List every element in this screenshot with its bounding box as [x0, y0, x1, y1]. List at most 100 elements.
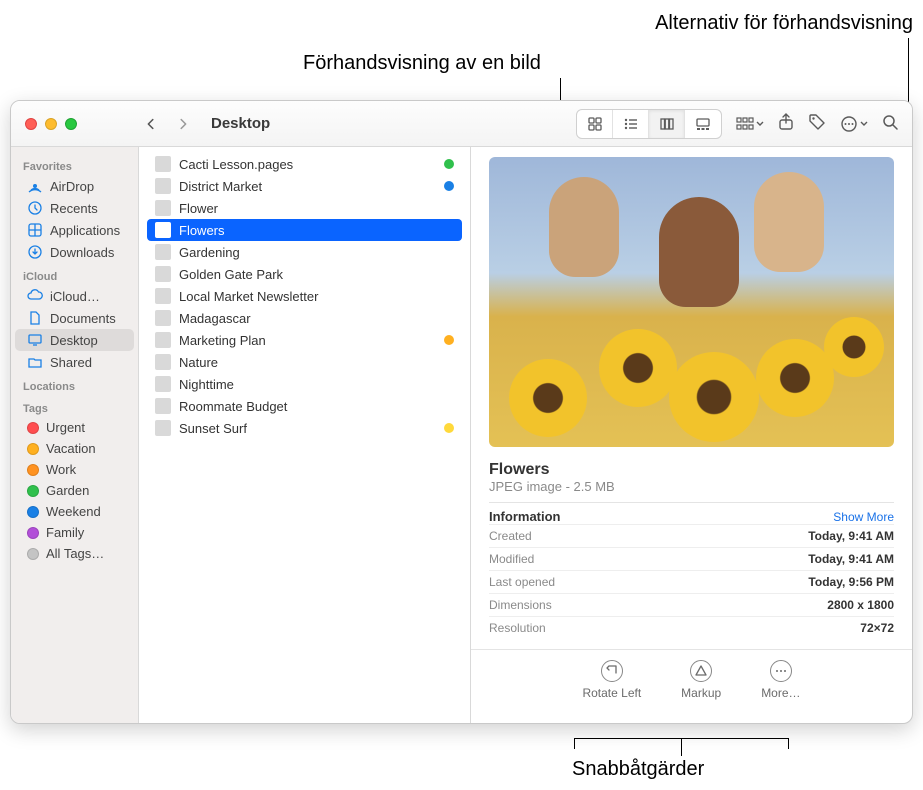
file-row[interactable]: District Market: [147, 175, 462, 197]
info-row: ModifiedToday, 9:41 AM: [489, 547, 894, 570]
quick-actions: Rotate Left Markup More…: [471, 649, 912, 710]
file-row[interactable]: Flowers: [147, 219, 462, 241]
file-icon: [155, 420, 171, 436]
preview-pane: Flowers JPEG image - 2.5 MB Information …: [471, 147, 912, 723]
sidebar-item-airdrop[interactable]: AirDrop: [15, 175, 134, 197]
file-row[interactable]: Marketing Plan: [147, 329, 462, 351]
sidebar-item-label: iCloud…: [50, 289, 100, 304]
file-name: Flowers: [179, 223, 225, 238]
sidebar-item-downloads[interactable]: Downloads: [15, 241, 134, 263]
sidebar-item-label: Recents: [50, 201, 98, 216]
sidebar-item-label: Urgent: [46, 420, 85, 435]
file-list: Cacti Lesson.pages District Market Flower F…: [139, 147, 471, 723]
info-value: 2800 x 1800: [827, 598, 894, 612]
quick-action-icon: [601, 660, 623, 682]
quick-action-icon: [690, 660, 712, 682]
file-row[interactable]: Gardening: [147, 241, 462, 263]
tag-dot-icon: [27, 506, 39, 518]
file-name: District Market: [179, 179, 262, 194]
sidebar-item-label: All Tags…: [46, 546, 104, 561]
tag-dot-icon: [27, 443, 39, 455]
file-icon: [155, 354, 171, 370]
file-icon: [155, 288, 171, 304]
sidebar-item-label: Downloads: [50, 245, 114, 260]
file-icon: [155, 200, 171, 216]
info-value: 72×72: [860, 621, 894, 635]
file-tag-dot-icon: [444, 181, 454, 191]
file-row[interactable]: Cacti Lesson.pages: [147, 153, 462, 175]
quick-action-label: Markup: [681, 686, 721, 700]
file-row[interactable]: Nature: [147, 351, 462, 373]
sidebar-item-recents[interactable]: Recents: [15, 197, 134, 219]
quick-action-label: Rotate Left: [582, 686, 641, 700]
sidebar-item-applications[interactable]: Applications: [15, 219, 134, 241]
preview-subtitle: JPEG image - 2.5 MB: [489, 479, 894, 494]
icloud-icon: [27, 288, 43, 304]
share-button[interactable]: [778, 113, 794, 134]
info-key: Resolution: [489, 621, 546, 635]
quick-action-more-[interactable]: More…: [761, 660, 800, 700]
view-gallery-button[interactable]: [685, 110, 721, 138]
view-list-button[interactable]: [613, 110, 649, 138]
quick-action-rotate-left[interactable]: Rotate Left: [582, 660, 641, 700]
info-row: Resolution 72×72: [489, 616, 894, 639]
file-name: Golden Gate Park: [179, 267, 283, 282]
quick-action-markup[interactable]: Markup: [681, 660, 721, 700]
downloads-icon: [27, 244, 43, 260]
search-button[interactable]: [882, 114, 898, 133]
sidebar-item-urgent[interactable]: Urgent: [15, 417, 134, 438]
file-icon: [155, 376, 171, 392]
view-icon-button[interactable]: [577, 110, 613, 138]
sidebar-item-vacation[interactable]: Vacation: [15, 438, 134, 459]
file-name: Sunset Surf: [179, 421, 247, 436]
view-column-button[interactable]: [649, 110, 685, 138]
sidebar-item-desktop[interactable]: Desktop: [15, 329, 134, 351]
forward-button[interactable]: [171, 112, 195, 136]
info-value: Today, 9:56 PM: [808, 575, 894, 589]
sidebar-item-family[interactable]: Family: [15, 522, 134, 543]
preview-title: Flowers: [489, 461, 894, 479]
group-by-button[interactable]: [736, 110, 764, 138]
documents-icon: [27, 310, 43, 326]
file-row[interactable]: Flower: [147, 197, 462, 219]
file-row[interactable]: Local Market Newsletter: [147, 285, 462, 307]
info-value: Today, 9:41 AM: [808, 529, 894, 543]
file-icon: [155, 156, 171, 172]
file-row[interactable]: Nighttime: [147, 373, 462, 395]
sidebar-item-documents[interactable]: Documents: [15, 307, 134, 329]
more-button[interactable]: [840, 115, 868, 133]
tag-dot-icon: [27, 422, 39, 434]
sidebar-item-label: Weekend: [46, 504, 101, 519]
tag-dot-icon: [27, 527, 39, 539]
tag-dot-icon: [27, 464, 39, 476]
sidebar-item-garden[interactable]: Garden: [15, 480, 134, 501]
sidebar-item-all-tags-[interactable]: All Tags…: [15, 543, 134, 564]
back-button[interactable]: [139, 112, 163, 136]
tags-button[interactable]: [808, 113, 826, 134]
minimize-window-button[interactable]: [45, 118, 57, 130]
file-name: Madagascar: [179, 311, 251, 326]
file-name: Nature: [179, 355, 218, 370]
sidebar-item-work[interactable]: Work: [15, 459, 134, 480]
sidebar-item-icloud-[interactable]: iCloud…: [15, 285, 134, 307]
desktop-icon: [27, 332, 43, 348]
file-tag-dot-icon: [444, 159, 454, 169]
file-row[interactable]: Roommate Budget: [147, 395, 462, 417]
show-more-button[interactable]: Show More: [833, 510, 894, 524]
window-controls: [11, 118, 139, 130]
file-name: Local Market Newsletter: [179, 289, 318, 304]
shared-icon: [27, 354, 43, 370]
file-name: Nighttime: [179, 377, 234, 392]
file-row[interactable]: Madagascar: [147, 307, 462, 329]
zoom-window-button[interactable]: [65, 118, 77, 130]
close-window-button[interactable]: [25, 118, 37, 130]
info-row: Last openedToday, 9:56 PM: [489, 570, 894, 593]
file-icon: [155, 244, 171, 260]
file-icon: [155, 310, 171, 326]
sidebar-item-weekend[interactable]: Weekend: [15, 501, 134, 522]
file-row[interactable]: Golden Gate Park: [147, 263, 462, 285]
callout-quick-actions: Snabbåtgärder: [572, 758, 704, 781]
sidebar-item-shared[interactable]: Shared: [15, 351, 134, 373]
file-row[interactable]: Sunset Surf: [147, 417, 462, 439]
titlebar: Desktop: [11, 101, 912, 147]
